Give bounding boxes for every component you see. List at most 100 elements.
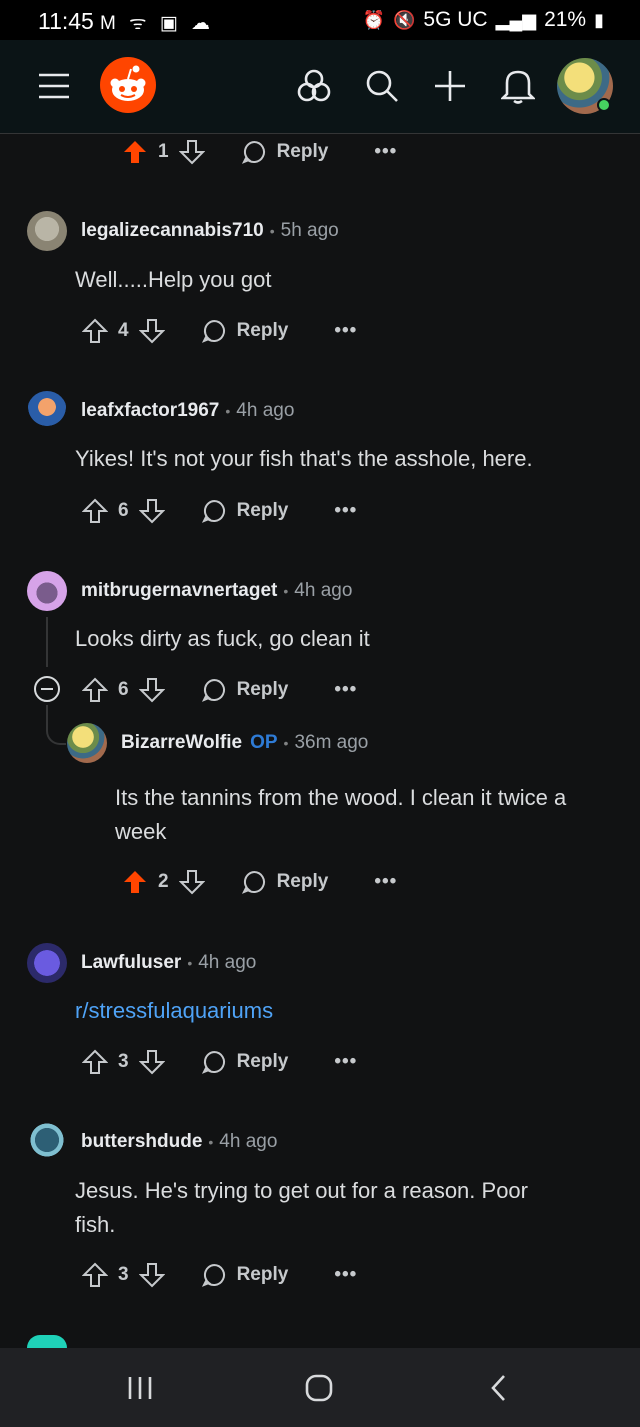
comment-username[interactable]: legalizecannabis710 [81, 220, 264, 242]
battery-label: 21% [544, 8, 587, 31]
avatar[interactable] [27, 571, 67, 611]
comment-time: 4h ago [236, 400, 295, 421]
reply-button[interactable]: Reply [201, 1262, 289, 1288]
reply-label: Reply [236, 1264, 289, 1285]
vote-score: 4 [118, 320, 129, 341]
downvote-icon[interactable] [137, 496, 167, 526]
avatar[interactable] [67, 723, 107, 763]
upvote-icon[interactable] [80, 1047, 110, 1077]
comment-time: 5h ago [280, 220, 339, 241]
separator-dot: • [283, 583, 289, 599]
comment-actions: 3 Reply ••• [80, 1260, 357, 1290]
reply-button[interactable]: Reply [201, 1049, 289, 1075]
comment-header: leafxfactor1967 • 4h ago [27, 391, 294, 431]
home-icon[interactable] [299, 1370, 339, 1406]
communities-icon[interactable] [286, 58, 342, 114]
thread-line [46, 617, 48, 667]
subreddit-link[interactable]: r/stressfulaquariums [75, 994, 273, 1028]
system-nav-bar [0, 1348, 640, 1427]
reply-label: Reply [236, 1051, 289, 1072]
separator-dot: • [187, 955, 193, 971]
avatar[interactable] [27, 391, 67, 431]
comment-body-line: Jesus. He's trying to get out for a reas… [75, 1178, 528, 1203]
app-header [0, 40, 640, 134]
comment-time: 4h ago [198, 952, 257, 973]
reply-icon [201, 679, 225, 702]
vote-score: 6 [118, 500, 129, 521]
more-options-button[interactable]: ••• [374, 141, 397, 163]
downvote-icon[interactable] [137, 1260, 167, 1290]
avatar[interactable] [27, 1122, 67, 1162]
notifications-icon[interactable] [490, 58, 546, 114]
comment-body: Jesus. He's trying to get out for a reas… [75, 1174, 528, 1242]
comment-header: Lawfuluser • 4h ago [27, 943, 256, 983]
comment-username[interactable]: buttershdude [81, 1131, 202, 1153]
more-options-button[interactable]: ••• [334, 1051, 357, 1073]
comment-actions: 6 Reply ••• [80, 496, 357, 526]
downvote-icon[interactable] [137, 1047, 167, 1077]
vote-score: 3 [118, 1051, 129, 1072]
more-options-button[interactable]: ••• [334, 500, 357, 522]
comment-username[interactable]: BizarreWolfie [121, 732, 242, 754]
back-icon[interactable] [479, 1370, 519, 1406]
upvote-icon[interactable] [80, 675, 110, 705]
avatar[interactable] [27, 1335, 67, 1348]
reply-label: Reply [236, 679, 289, 700]
vote-score: 6 [118, 679, 129, 700]
downvote-icon[interactable] [137, 675, 167, 705]
status-time: 11:45 [38, 8, 94, 34]
reply-icon [201, 500, 225, 523]
comment-header: legalizecannabis710 • 5h ago [27, 211, 339, 251]
upvote-icon[interactable] [80, 1260, 110, 1290]
reply-button[interactable]: Reply [201, 677, 289, 703]
separator-dot: • [225, 403, 231, 419]
mute-icon: 🔇 [393, 9, 416, 30]
more-options-button[interactable]: ••• [374, 871, 397, 893]
reply-icon [201, 320, 225, 343]
downvote-icon[interactable] [177, 137, 207, 167]
online-status-dot [597, 98, 611, 112]
avatar[interactable] [27, 943, 67, 983]
downvote-icon[interactable] [177, 867, 207, 897]
separator-dot: • [208, 1134, 214, 1150]
downvote-icon[interactable] [137, 316, 167, 346]
avatar[interactable] [27, 211, 67, 251]
reply-icon [241, 141, 265, 164]
comment-username[interactable]: leafxfactor1967 [81, 400, 219, 422]
comment-body-line: Its the tannins from the wood. I clean i… [115, 785, 567, 810]
comment-actions: 1 Reply ••• [120, 137, 397, 167]
comment-body: Looks dirty as fuck, go clean it [75, 626, 370, 651]
upvote-filled-icon[interactable] [120, 137, 150, 167]
reply-button[interactable]: Reply [241, 139, 328, 165]
more-options-button[interactable]: ••• [334, 320, 357, 342]
notification-icons: M ᯤ ▣ ☁ [100, 13, 214, 34]
reply-button[interactable]: Reply [201, 498, 288, 524]
op-badge: OP [250, 732, 278, 753]
reply-label: Reply [236, 320, 289, 341]
reply-icon [201, 1264, 225, 1287]
status-right: ⏰ 🔇 5G UC ▂▄▆ 21% ▮ [363, 8, 604, 32]
more-options-button[interactable]: ••• [334, 1264, 357, 1286]
upvote-filled-icon[interactable] [120, 867, 150, 897]
vote-score: 2 [158, 871, 169, 892]
create-post-icon[interactable] [422, 58, 478, 114]
collapse-thread-button[interactable] [34, 676, 60, 702]
reply-button[interactable]: Reply [201, 318, 289, 344]
alarm-icon: ⏰ [362, 9, 385, 30]
status-bar: 11:45 M ᯤ ▣ ☁ ⏰ 🔇 5G UC ▂▄▆ 21% ▮ [0, 0, 640, 40]
hamburger-menu-icon[interactable] [26, 58, 82, 114]
comment-body: Yikes! It's not your fish that's the ass… [75, 446, 533, 471]
more-options-button[interactable]: ••• [334, 679, 357, 701]
comment-username[interactable]: mitbrugernavnertaget [81, 580, 277, 602]
upvote-icon[interactable] [80, 496, 110, 526]
reddit-logo-icon[interactable] [100, 57, 156, 113]
recent-apps-icon[interactable] [120, 1370, 160, 1406]
vote-score: 3 [118, 1264, 129, 1285]
search-icon[interactable] [354, 58, 410, 114]
network-label: 5G UC [423, 8, 488, 31]
comment-actions: 3 Reply ••• [80, 1047, 357, 1077]
reply-button[interactable]: Reply [241, 869, 328, 895]
comment-header: BizarreWolfie OP • 36m ago [67, 723, 368, 763]
upvote-icon[interactable] [80, 316, 110, 346]
comment-username[interactable]: Lawfuluser [81, 952, 181, 974]
